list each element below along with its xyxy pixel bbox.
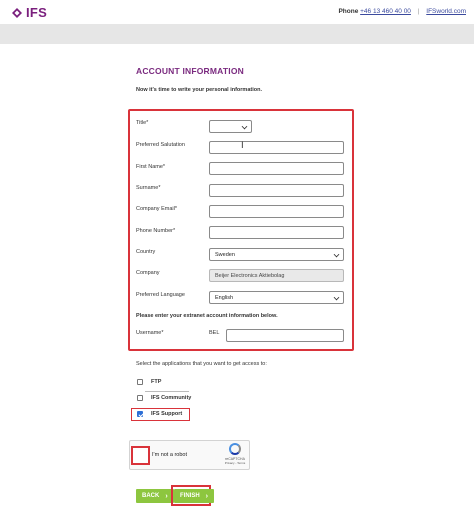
chevron-right-icon: › [205, 492, 209, 500]
back-label: BACK [142, 493, 160, 499]
language-label: Preferred Language [136, 292, 185, 298]
surname-label: Surname* [136, 185, 161, 191]
chevron-down-icon [333, 251, 340, 258]
salutation-label: Preferred Salutation [136, 142, 185, 148]
recaptcha-label: I'm not a robot [152, 452, 187, 458]
page-title: ACCOUNT INFORMATION [136, 66, 244, 76]
finish-label: FINISH [180, 493, 200, 499]
extranet-note: Please enter your extranet account infor… [136, 313, 278, 319]
phone-input[interactable] [209, 226, 344, 239]
phone-label: Phone Number* [136, 228, 176, 234]
chevron-down-icon [241, 123, 248, 130]
recaptcha-checkbox[interactable] [131, 446, 150, 465]
contact-info: Phone +46 13 460 40 00 | IFSworld.com [338, 8, 466, 15]
ftp-checkbox[interactable] [137, 379, 143, 385]
recaptcha-logo: reCAPTCHA Privacy - Terms [224, 443, 246, 465]
first-name-label: First Name* [136, 164, 166, 170]
finish-button[interactable]: FINISH › [174, 489, 215, 503]
phone-link[interactable]: +46 13 460 40 00 [360, 8, 411, 15]
recaptcha-terms[interactable]: Privacy - Terms [224, 461, 246, 465]
chevron-right-icon: › [165, 492, 168, 500]
language-select[interactable]: English [209, 291, 344, 304]
username-label: Username* [136, 330, 164, 336]
ifs-support-label: IFS Support [151, 411, 183, 417]
email-input[interactable] [209, 205, 344, 218]
back-button[interactable]: BACK › [136, 489, 174, 503]
title-select[interactable] [209, 120, 252, 133]
ifs-logo[interactable]: IFS [10, 5, 47, 20]
title-label: Title* [136, 120, 149, 126]
username-input[interactable] [226, 329, 344, 342]
surname-input[interactable] [209, 184, 344, 197]
country-value: Sweden [215, 252, 235, 258]
logo-text: IFS [26, 5, 48, 20]
salutation-input[interactable] [209, 141, 344, 154]
chevron-down-icon [333, 294, 340, 301]
ifs-support-checkbox[interactable] [137, 411, 143, 417]
page-subtitle: Now it's time to write your personal inf… [136, 87, 262, 93]
company-field: Beijer Electronics Aktiebolag [209, 269, 344, 282]
recaptcha-icon [229, 443, 241, 455]
email-label: Company Email* [136, 206, 177, 212]
phone-label: Phone [338, 8, 359, 15]
country-select[interactable]: Sweden [209, 248, 344, 261]
language-value: English [215, 295, 234, 301]
applications-prompt: Select the applications that you want to… [136, 361, 267, 367]
divider [145, 391, 189, 392]
top-bar: IFS Phone +46 13 460 40 00 | IFSworld.co… [0, 0, 474, 24]
text-cursor-icon: I [241, 141, 244, 151]
ifs-logo-icon [12, 7, 22, 18]
separator: | [417, 8, 420, 15]
ifs-community-checkbox[interactable] [137, 395, 143, 401]
ftp-label: FTP [151, 379, 162, 385]
website-link[interactable]: IFSworld.com [426, 8, 466, 15]
ifs-community-label: IFS Community [151, 395, 192, 401]
header-band [0, 24, 474, 44]
country-label: Country [136, 249, 156, 255]
first-name-input[interactable] [209, 162, 344, 175]
company-label: Company [136, 270, 160, 276]
username-prefix: BEL [209, 330, 220, 336]
